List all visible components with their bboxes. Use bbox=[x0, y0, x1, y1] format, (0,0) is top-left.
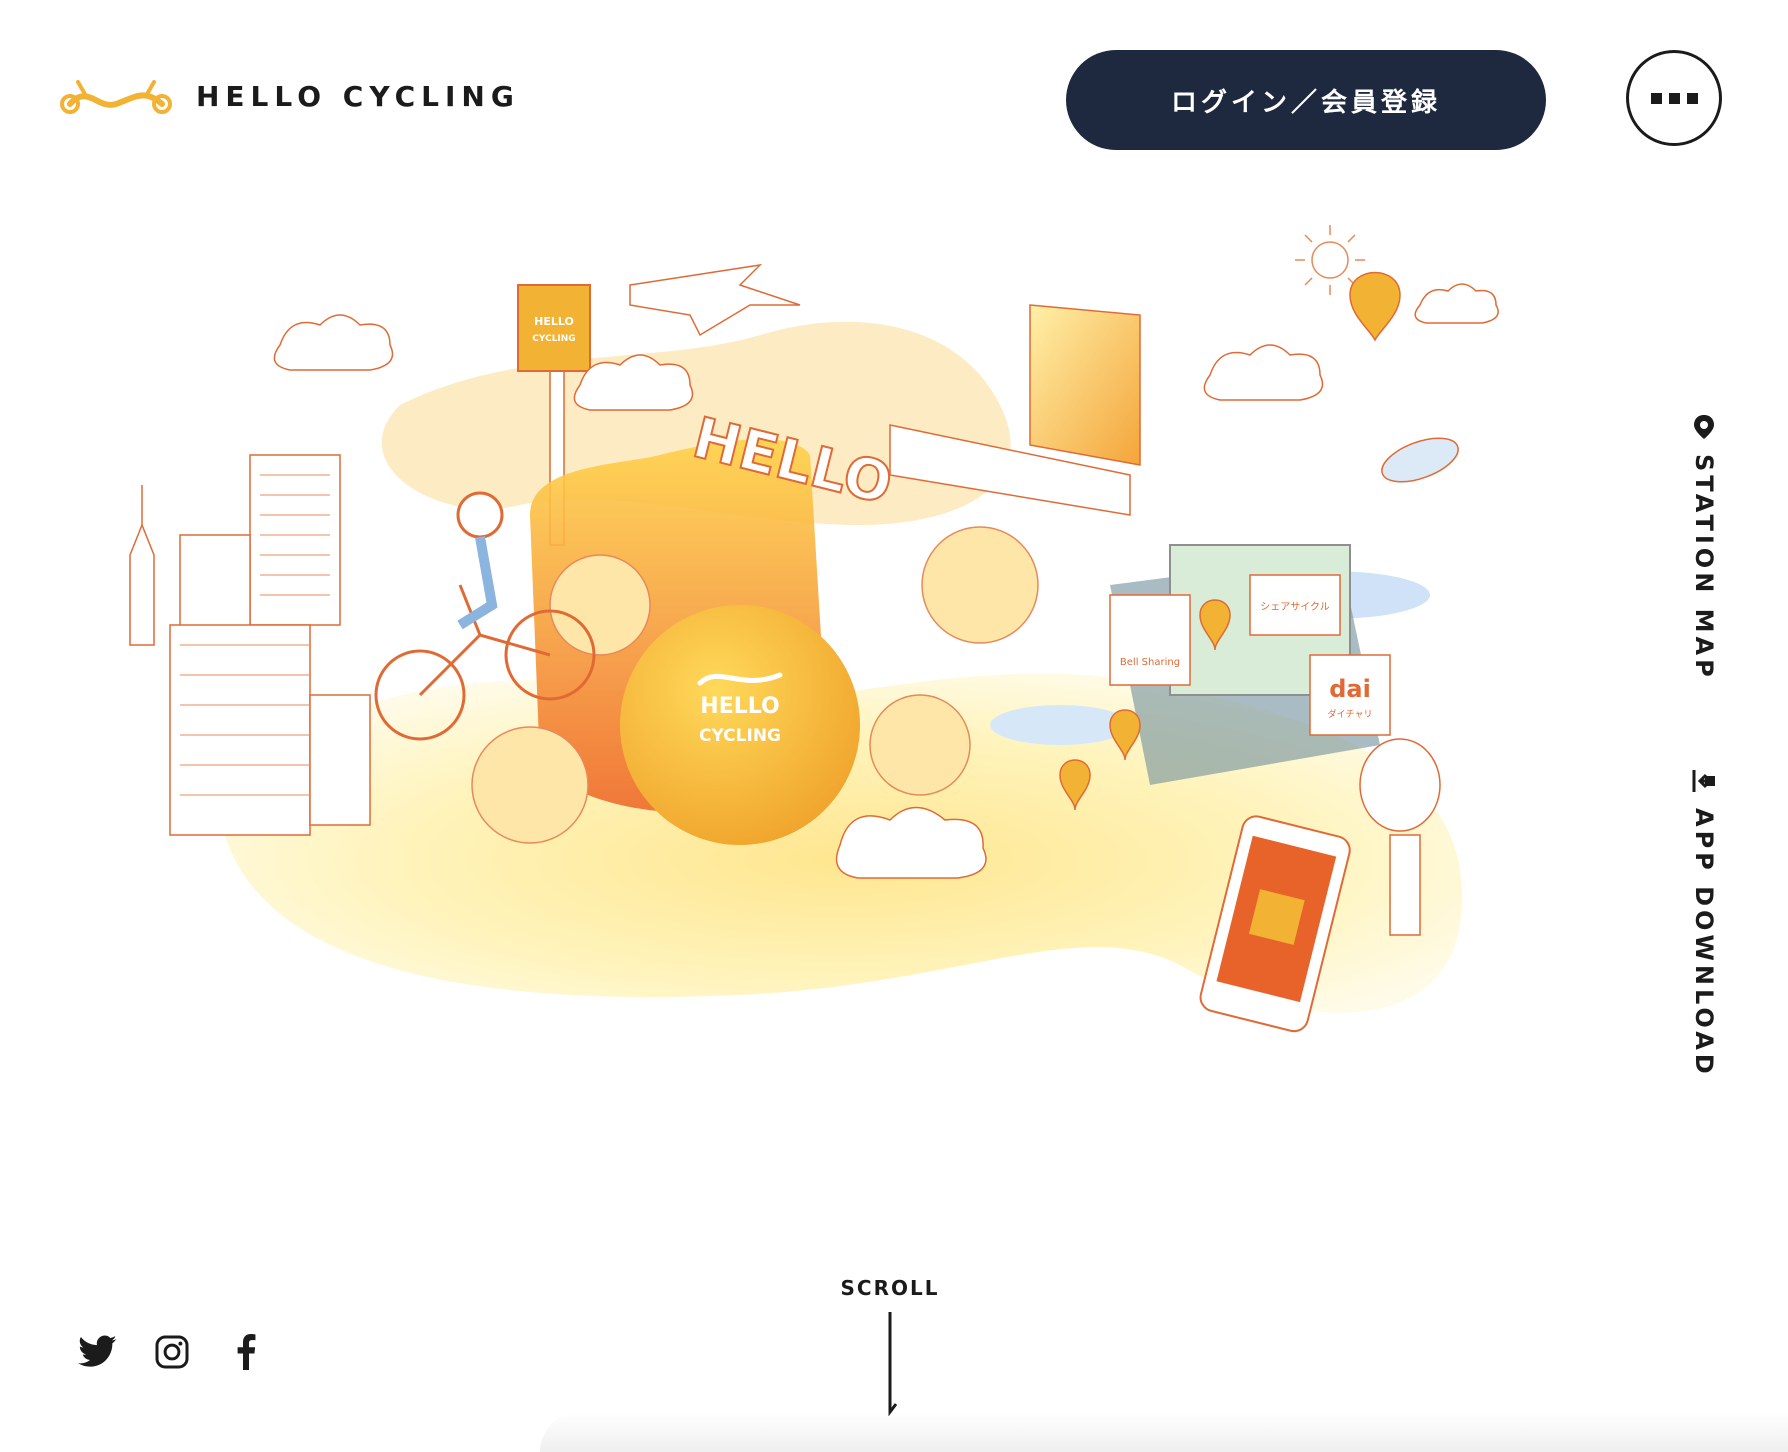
bicycle-logo-icon bbox=[60, 80, 172, 114]
airplane bbox=[629, 263, 801, 337]
scroll-label: SCROLL bbox=[840, 1276, 940, 1300]
hot-air-balloon bbox=[1349, 271, 1401, 342]
city-buildings bbox=[129, 454, 371, 836]
more-dot bbox=[1668, 92, 1680, 104]
facebook-icon[interactable] bbox=[226, 1332, 266, 1372]
scroll-arrow-icon bbox=[888, 1312, 898, 1416]
menu-button[interactable] bbox=[1626, 50, 1722, 146]
twitter-icon[interactable] bbox=[78, 1332, 118, 1372]
svg-text:HELLO: HELLO bbox=[534, 315, 574, 328]
hello-cycling-sign: HELLO CYCLING bbox=[517, 284, 591, 372]
svg-text:HELLO: HELLO bbox=[700, 694, 779, 719]
svg-text:シェアサイクル: シェアサイクル bbox=[1260, 601, 1330, 613]
svg-text:CYCLING: CYCLING bbox=[532, 334, 575, 344]
download-icon bbox=[1692, 770, 1715, 792]
svg-text:CYCLING: CYCLING bbox=[699, 726, 781, 746]
app-download-label: APP DOWNLOAD bbox=[1690, 808, 1718, 1078]
logo-text: HELLO CYCLING bbox=[196, 79, 520, 113]
partner-card-bell: Bell Sharing bbox=[1109, 594, 1191, 686]
more-dot bbox=[1686, 92, 1698, 104]
central-sphere bbox=[620, 605, 860, 845]
partner-card-dai: dai ダイチャリ bbox=[1309, 654, 1391, 736]
bottom-shade bbox=[540, 1412, 1788, 1452]
hero-illustration: HELLO CYCLING HELLO HELLO CYCLING Bell S… bbox=[129, 225, 1499, 1033]
map-pin-icon bbox=[1694, 415, 1714, 439]
small-sphere bbox=[549, 554, 651, 656]
svg-text:ダイチャリ: ダイチャリ bbox=[1328, 708, 1373, 720]
small-sphere bbox=[869, 694, 971, 796]
small-sphere bbox=[471, 726, 589, 844]
blue-shadow-2 bbox=[990, 705, 1130, 745]
social-links bbox=[78, 1332, 266, 1372]
station-map-label: STATION MAP bbox=[1690, 454, 1718, 681]
more-dots-icon bbox=[1650, 92, 1662, 104]
scroll-indicator[interactable]: SCROLL bbox=[840, 1276, 940, 1416]
app-download-link[interactable]: APP DOWNLOAD bbox=[1690, 768, 1718, 1078]
login-register-button[interactable]: ログイン／会員登録 bbox=[1066, 50, 1546, 150]
svg-text:dai: dai bbox=[1329, 675, 1371, 703]
instagram-icon[interactable] bbox=[152, 1332, 192, 1372]
blimp bbox=[1381, 437, 1459, 483]
station-map-link[interactable]: STATION MAP bbox=[1690, 414, 1718, 681]
small-sphere bbox=[921, 526, 1039, 644]
partner-card-share: シェアサイクル bbox=[1249, 574, 1341, 636]
svg-text:Bell Sharing: Bell Sharing bbox=[1120, 657, 1180, 668]
site-logo[interactable]: HELLO CYCLING bbox=[58, 74, 520, 118]
